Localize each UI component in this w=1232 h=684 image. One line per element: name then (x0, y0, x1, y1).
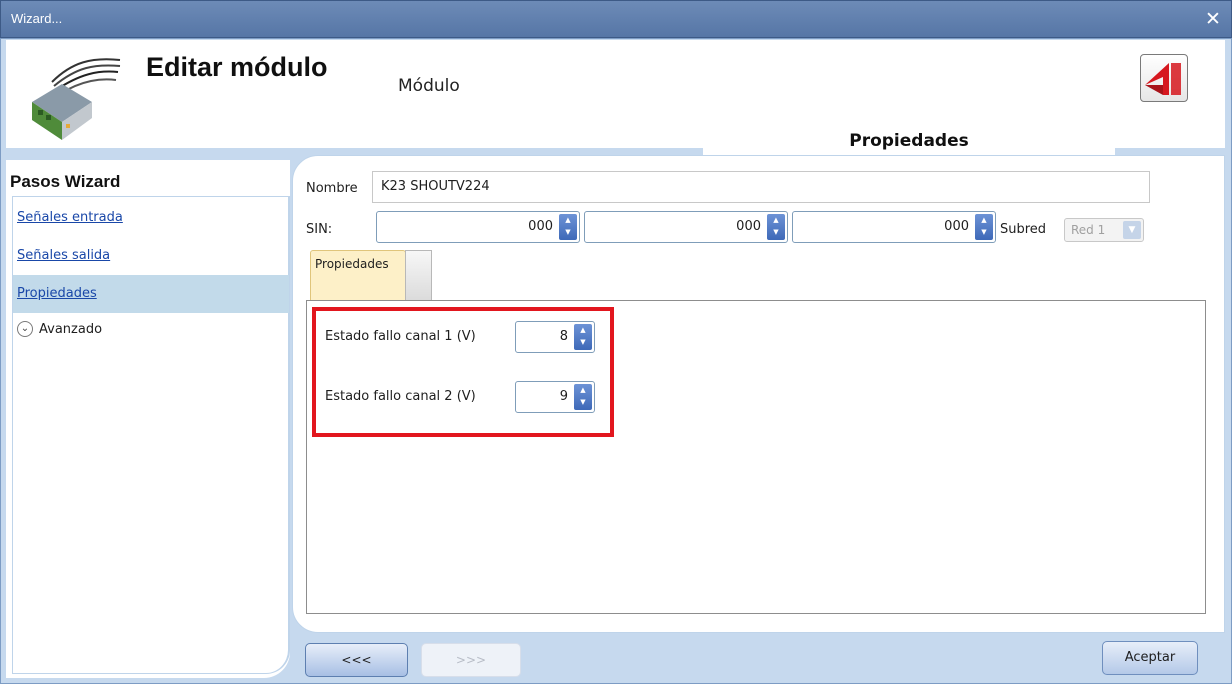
page-subtitle: Módulo (398, 76, 460, 96)
sin-label: SIN: (306, 222, 333, 237)
inner-tab-blank[interactable] (405, 250, 432, 302)
sidebar-item-senales-entrada[interactable]: Señales entrada (13, 199, 289, 237)
sin-value-1: 000 (528, 219, 553, 234)
spinner-arrows-icon[interactable]: ▲ ▼ (767, 214, 785, 240)
sidebar-list: Señales entrada Señales salida Propiedad… (12, 196, 290, 674)
spinner-arrows-icon[interactable]: ▲ ▼ (975, 214, 993, 240)
title-bar: Wizard... ✕ (0, 0, 1232, 38)
sin-value-2: 000 (736, 219, 761, 234)
spinner-arrows-icon[interactable]: ▲ ▼ (559, 214, 577, 240)
page-title: Editar módulo (146, 52, 328, 82)
sin-value-3: 000 (944, 219, 969, 234)
sidebar-item-avanzado[interactable]: ⌄ Avanzado (13, 311, 289, 349)
window-title: Wizard... (11, 11, 63, 26)
sin-field-2[interactable]: 000 ▲ ▼ (584, 211, 788, 243)
app-logo-icon (1145, 63, 1181, 95)
nombre-label: Nombre (306, 181, 358, 196)
subred-select: Red 1 ▼ (1064, 218, 1144, 242)
highlight-box (312, 307, 614, 437)
subred-value: Red 1 (1071, 223, 1106, 237)
sin-field-1[interactable]: 000 ▲ ▼ (376, 211, 580, 243)
tab-propiedades[interactable]: Propiedades (703, 125, 1115, 155)
module-device-icon (32, 58, 121, 140)
wizard-steps-sidebar: Pasos Wizard Señales entrada Señales sal… (6, 160, 290, 678)
dropdown-arrow-icon: ▼ (1123, 221, 1141, 239)
sidebar-item-label: Avanzado (39, 322, 103, 337)
app-logo-button[interactable] (1140, 54, 1188, 102)
close-icon[interactable]: ✕ (1201, 7, 1225, 31)
back-button[interactable]: <<< (305, 643, 408, 677)
sin-field-3[interactable]: 000 ▲ ▼ (792, 211, 996, 243)
inner-tab-propiedades[interactable]: Propiedades (310, 250, 406, 302)
sidebar-title: Pasos Wizard (10, 172, 121, 191)
subred-label: Subred (1000, 222, 1047, 237)
sidebar-item-propiedades[interactable]: Propiedades (13, 275, 289, 313)
accept-button[interactable]: Aceptar (1102, 641, 1198, 675)
sidebar-item-senales-salida[interactable]: Señales salida (13, 237, 289, 275)
chevron-down-icon[interactable]: ⌄ (17, 320, 33, 337)
next-button[interactable]: >>> (421, 643, 521, 677)
nombre-input[interactable]: K23 SHOUTV224 (372, 171, 1150, 203)
